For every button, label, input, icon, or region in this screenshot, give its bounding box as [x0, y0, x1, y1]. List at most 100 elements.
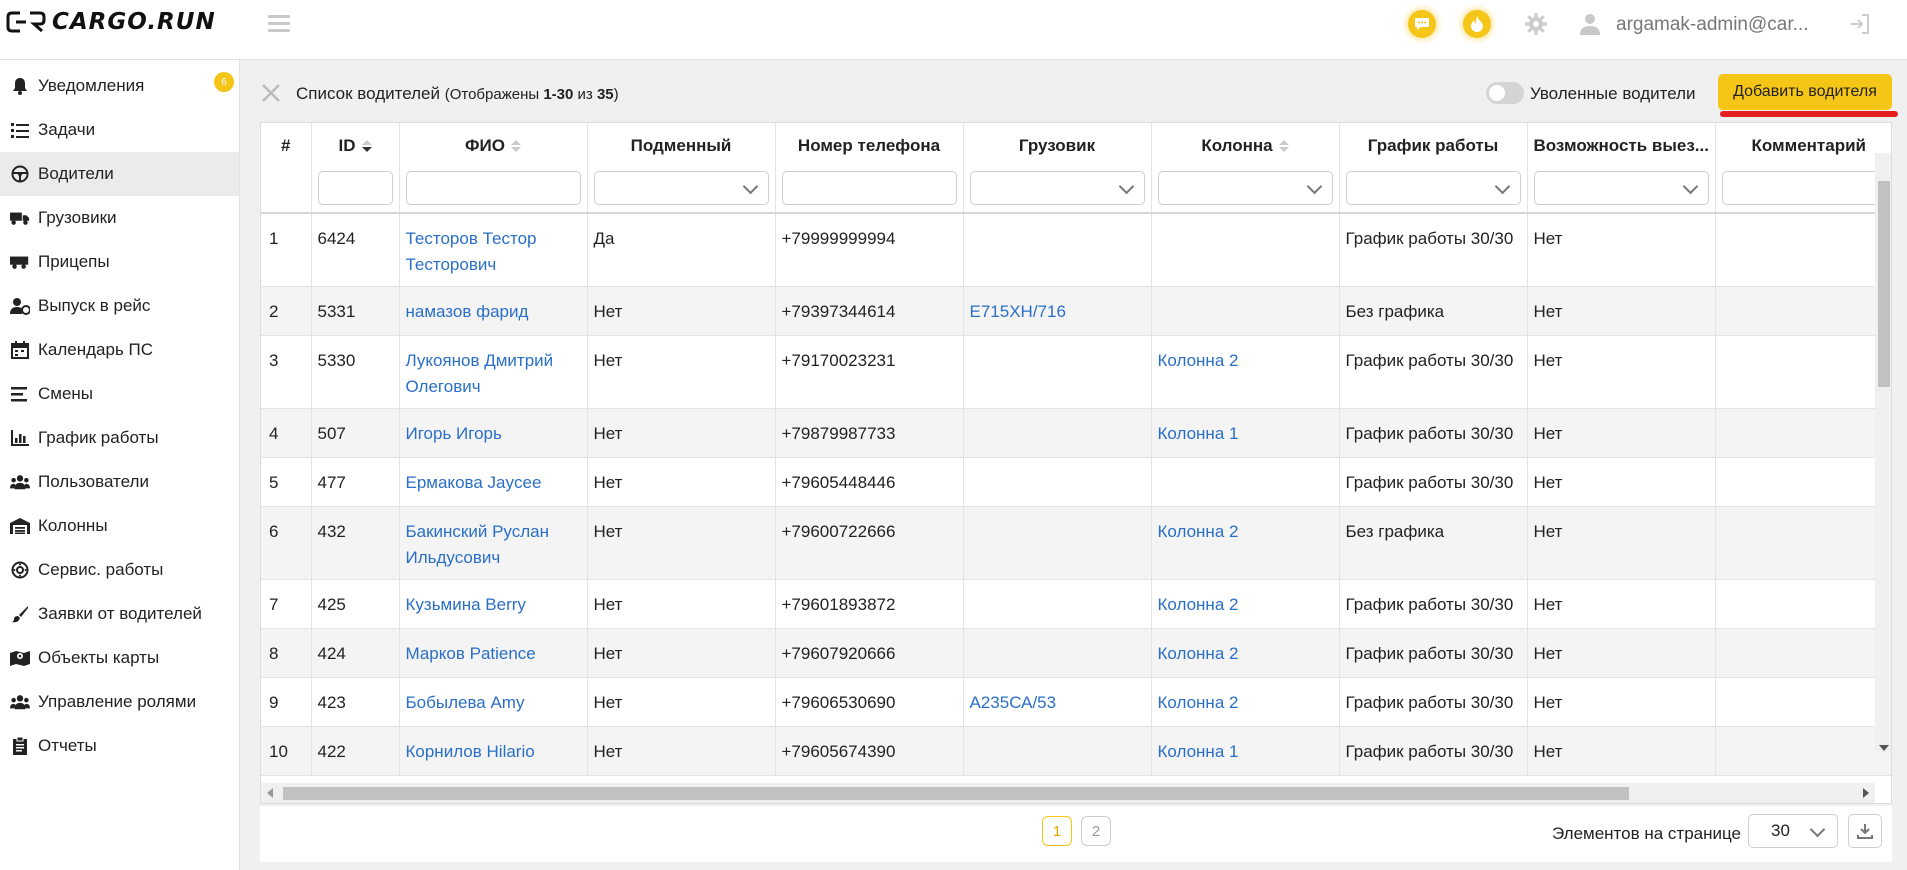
- truck-link[interactable]: [963, 335, 1152, 409]
- column-header[interactable]: ID: [311, 123, 400, 214]
- sidebar-item-driver-requests[interactable]: Заявки от водителей: [0, 592, 239, 636]
- truck-link[interactable]: Е715ХН/716: [963, 286, 1152, 336]
- column-header[interactable]: ФИО: [399, 123, 588, 214]
- vertical-scrollbar[interactable]: [1875, 153, 1891, 753]
- sidebar-item-notifications[interactable]: Уведомления 6: [0, 64, 239, 108]
- logout-icon[interactable]: [1848, 12, 1872, 36]
- driver-name-link[interactable]: Игорь Игорь: [399, 408, 588, 458]
- driver-name-link[interactable]: Ермакова Jaycee: [399, 457, 588, 507]
- sidebar-item-schedule[interactable]: График работы: [0, 416, 239, 460]
- fired-drivers-toggle[interactable]: [1486, 82, 1524, 104]
- horizontal-scrollbar[interactable]: [261, 783, 1875, 803]
- column-link[interactable]: Колонна 2: [1151, 506, 1340, 580]
- sidebar-item-columns[interactable]: Колонны: [0, 504, 239, 548]
- sort-icon[interactable]: [510, 140, 521, 152]
- drivers-table-container: # ID ФИО Подменный Номер телефона Грузов…: [260, 122, 1892, 804]
- truck-link[interactable]: [963, 726, 1152, 776]
- logo[interactable]: CARGO.RUN: [6, 6, 216, 38]
- map-icon: [10, 648, 30, 668]
- table-row: 2 5331 намазов фарид Нет +79397344614 Е7…: [261, 286, 1891, 336]
- sidebar-item-label: Уведомления: [38, 76, 145, 95]
- sidebar-item-map-objects[interactable]: Объекты карты: [0, 636, 239, 680]
- sidebar-item-tasks[interactable]: Задачи: [0, 108, 239, 152]
- user-name[interactable]: argamak-admin@car...: [1616, 14, 1808, 36]
- add-driver-button[interactable]: Добавить водителя: [1718, 74, 1892, 110]
- roles-icon: [10, 692, 30, 712]
- sidebar-item-roles[interactable]: Управление ролями: [0, 680, 239, 724]
- truck-link[interactable]: [963, 506, 1152, 580]
- fire-icon[interactable]: [1463, 10, 1491, 38]
- schedule-filter-select[interactable]: [1345, 171, 1521, 205]
- warehouse-icon: [10, 516, 30, 536]
- driver-name-link[interactable]: Кузьмина Berry: [399, 579, 588, 629]
- table-row: 3 5330 Лукоянов Дмитрий Олегович Нет +79…: [261, 335, 1891, 409]
- page-button-2[interactable]: 2: [1081, 816, 1111, 846]
- sidebar-item-calendar[interactable]: Календарь ПС: [0, 328, 239, 372]
- substitute-filter-select[interactable]: [593, 171, 769, 205]
- table-row: 6 432 Бакинский Руслан Ильдусович Нет +7…: [261, 506, 1891, 580]
- column-link[interactable]: [1151, 213, 1340, 287]
- id-filter-input[interactable]: [317, 171, 393, 205]
- truck-link[interactable]: [963, 579, 1152, 629]
- download-icon: [1857, 824, 1873, 839]
- download-button[interactable]: [1848, 814, 1882, 848]
- driver-name-link[interactable]: Марков Patience: [399, 628, 588, 678]
- column-link[interactable]: [1151, 286, 1340, 336]
- shifts-icon: [10, 384, 30, 404]
- column-link[interactable]: Колонна 2: [1151, 677, 1340, 727]
- chat-icon[interactable]: [1408, 10, 1436, 38]
- truck-link[interactable]: [963, 408, 1152, 458]
- phone-filter-input[interactable]: [781, 171, 957, 205]
- table-row: 9 423 Бобылева Amy Нет +79606530690 А235…: [261, 677, 1891, 727]
- sidebar-item-reports[interactable]: Отчеты: [0, 724, 239, 768]
- list-title-text: Список водителей: [296, 84, 440, 103]
- sidebar-item-service[interactable]: Сервис. работы: [0, 548, 239, 592]
- driver-name-link[interactable]: Бобылева Amy: [399, 677, 588, 727]
- sort-icon[interactable]: [1278, 140, 1289, 152]
- truck-filter-select[interactable]: [969, 171, 1145, 205]
- driver-name-link[interactable]: намазов фарид: [399, 286, 588, 336]
- column-link[interactable]: Колонна 2: [1151, 335, 1340, 409]
- fired-drivers-label: Уволенные водители: [1530, 84, 1696, 103]
- name-filter-input[interactable]: [405, 171, 581, 205]
- truck-link[interactable]: А235СА/53: [963, 677, 1152, 727]
- column-header: Комментарий: [1715, 123, 1891, 214]
- column-link[interactable]: Колонна 2: [1151, 579, 1340, 629]
- driver-name-link[interactable]: Корнилов Hilario: [399, 726, 588, 776]
- truck-link[interactable]: [963, 628, 1152, 678]
- column-header[interactable]: Колонна: [1151, 123, 1340, 214]
- truck-link[interactable]: [963, 213, 1152, 287]
- column-filter-select[interactable]: [1157, 171, 1333, 205]
- report-icon: [10, 736, 30, 756]
- driver-name-link[interactable]: Бакинский Руслан Ильдусович: [399, 506, 588, 580]
- sidebar-item-shifts[interactable]: Смены: [0, 372, 239, 416]
- sidebar-item-trucks[interactable]: Грузовики: [0, 196, 239, 240]
- close-icon[interactable]: [260, 82, 282, 104]
- sidebar-item-driver-release[interactable]: Выпуск в рейс: [0, 284, 239, 328]
- column-link[interactable]: [1151, 457, 1340, 507]
- column-link[interactable]: Колонна 1: [1151, 408, 1340, 458]
- sidebar-item-label: Объекты карты: [38, 648, 160, 667]
- driver-name-link[interactable]: Тесторов Тестор Тесторович: [399, 213, 588, 287]
- sidebar: Уведомления 6 Задачи Водители Грузовики …: [0, 60, 240, 870]
- menu-toggle-icon[interactable]: [268, 12, 290, 34]
- sidebar-item-drivers[interactable]: Водители: [0, 152, 239, 196]
- sort-icon[interactable]: [361, 140, 372, 152]
- sidebar-item-label: Смены: [38, 384, 94, 403]
- column-header: Грузовик: [963, 123, 1152, 214]
- column-link[interactable]: Колонна 2: [1151, 628, 1340, 678]
- driver-name-link[interactable]: Лукоянов Дмитрий Олегович: [399, 335, 588, 409]
- column-link[interactable]: Колонна 1: [1151, 726, 1340, 776]
- comment-filter-input[interactable]: [1721, 171, 1891, 205]
- logo-text: CARGO.RUN: [52, 9, 216, 35]
- per-page-select[interactable]: 30: [1748, 814, 1838, 848]
- sidebar-item-trailers[interactable]: Прицепы: [0, 240, 239, 284]
- departure-filter-select[interactable]: [1533, 171, 1709, 205]
- page-button-1[interactable]: 1: [1042, 816, 1072, 846]
- sidebar-item-users[interactable]: Пользователи: [0, 460, 239, 504]
- truck-link[interactable]: [963, 457, 1152, 507]
- steering-wheel-icon: [10, 164, 30, 184]
- gear-icon[interactable]: [1524, 12, 1548, 36]
- sidebar-item-label: Пользователи: [38, 472, 149, 491]
- sidebar-item-label: Прицепы: [38, 252, 110, 271]
